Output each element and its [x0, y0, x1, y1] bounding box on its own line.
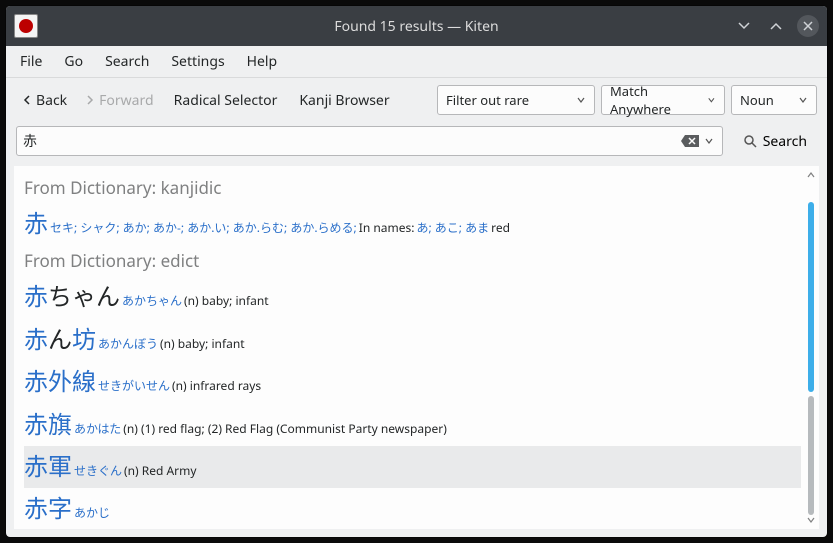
dict-header-kanjidic: From Dictionary: kanjidic — [24, 176, 801, 199]
app-icon — [14, 14, 38, 38]
edict-entry[interactable]: 赤旗 あかはた (n) (1) red flag; (2) Red Flag (… — [24, 404, 801, 446]
names-label: In names: — [359, 218, 415, 237]
definition: (n) infrared rays — [172, 376, 261, 395]
dict-header-edict: From Dictionary: edict — [24, 249, 801, 272]
headword: 赤ちゃん — [24, 278, 120, 316]
definition: red — [491, 218, 510, 237]
search-input[interactable] — [23, 132, 680, 151]
toolbar: Back Forward Radical Selector Kanji Brow… — [6, 78, 827, 122]
scrollbar-track[interactable] — [808, 180, 814, 515]
reading: せきがいせん — [98, 376, 170, 395]
search-button-label: Search — [763, 132, 807, 151]
clear-icon[interactable] — [680, 133, 700, 149]
headword: 赤ん坊 — [24, 321, 96, 359]
edict-entry[interactable]: 赤ん坊 あかんぼう (n) baby; infant — [24, 319, 801, 361]
search-icon — [743, 134, 757, 148]
menubar: File Go Search Settings Help — [6, 46, 827, 78]
back-label: Back — [36, 91, 67, 110]
menu-settings[interactable]: Settings — [171, 52, 224, 71]
close-button[interactable] — [797, 15, 819, 37]
app-window: Found 15 results — Kiten File Go Search … — [6, 6, 827, 537]
match-value: Match Anywhere — [610, 82, 699, 118]
headword: 赤 — [24, 205, 48, 243]
filter-value: Filter out rare — [446, 91, 529, 109]
reading: あかはた — [74, 419, 121, 438]
back-button[interactable]: Back — [16, 87, 73, 114]
forward-label: Forward — [99, 91, 154, 110]
edict-entry[interactable]: 赤字 あかじ (n,adj-no) (1) deficit; (being in… — [24, 488, 801, 529]
search-button[interactable]: Search — [733, 128, 817, 155]
window-title: Found 15 results — Kiten — [334, 17, 498, 36]
radical-selector-button[interactable]: Radical Selector — [166, 87, 286, 114]
pos-dropdown[interactable]: Noun — [731, 85, 817, 115]
reading: あかんぼう — [98, 334, 158, 353]
chevron-down-icon — [798, 95, 808, 105]
forward-button[interactable]: Forward — [79, 87, 160, 114]
reading: あかちゃん — [122, 291, 182, 310]
edict-entry[interactable]: 赤軍 せきぐん (n) Red Army — [24, 446, 801, 488]
pos-value: Noun — [740, 91, 774, 109]
kanji-browser-button[interactable]: Kanji Browser — [291, 87, 397, 114]
searchbar: Search — [6, 122, 827, 166]
reading: あかじ — [74, 503, 110, 522]
match-dropdown[interactable]: Match Anywhere — [601, 85, 725, 115]
titlebar: Found 15 results — Kiten — [6, 6, 827, 46]
edict-entry[interactable]: 赤ちゃん あかちゃん (n) baby; infant — [24, 276, 801, 318]
chevron-down-icon — [707, 95, 716, 105]
results-area: From Dictionary: kanjidic 赤 セキ; シャク; あか; … — [14, 166, 819, 529]
menu-go[interactable]: Go — [64, 52, 83, 71]
headword: 赤外線 — [24, 363, 96, 401]
edict-entry[interactable]: 赤外線 せきがいせん (n) infrared rays — [24, 361, 801, 403]
search-input-wrap — [16, 126, 723, 156]
scrollbar-vertical[interactable] — [805, 170, 817, 525]
definition: (n) (1) red flag; (2) Red Flag (Communis… — [123, 419, 447, 438]
definition: (n) baby; infant — [160, 334, 245, 353]
history-dropdown-icon[interactable] — [704, 136, 716, 146]
headword: 赤字 — [24, 490, 72, 528]
scroll-down-icon[interactable] — [806, 515, 816, 525]
headword: 赤旗 — [24, 406, 72, 444]
name-readings: あ; あこ; あま — [416, 218, 489, 237]
headword: 赤軍 — [24, 448, 72, 486]
scrollbar-thumb[interactable] — [808, 202, 814, 392]
definition: (n) baby; infant — [184, 291, 269, 310]
menu-file[interactable]: File — [20, 52, 42, 71]
reading: せきぐん — [74, 461, 122, 480]
maximize-button[interactable] — [765, 15, 787, 37]
kanjidic-entry[interactable]: 赤 セキ; シャク; あか; あか-; あか.い; あか.らむ; あか.らめる;… — [24, 203, 801, 245]
readings: セキ; シャク; あか; あか-; あか.い; あか.らむ; あか.らめる; — [50, 218, 357, 237]
minimize-button[interactable] — [733, 15, 755, 37]
results-scroll[interactable]: From Dictionary: kanjidic 赤 セキ; シャク; あか; … — [14, 166, 819, 529]
filter-dropdown[interactable]: Filter out rare — [437, 85, 595, 115]
scroll-up-icon[interactable] — [806, 170, 816, 180]
definition: (n) Red Army — [124, 461, 196, 480]
window-controls — [733, 15, 819, 37]
menu-search[interactable]: Search — [105, 52, 149, 71]
menu-help[interactable]: Help — [247, 52, 278, 71]
chevron-down-icon — [576, 95, 586, 105]
